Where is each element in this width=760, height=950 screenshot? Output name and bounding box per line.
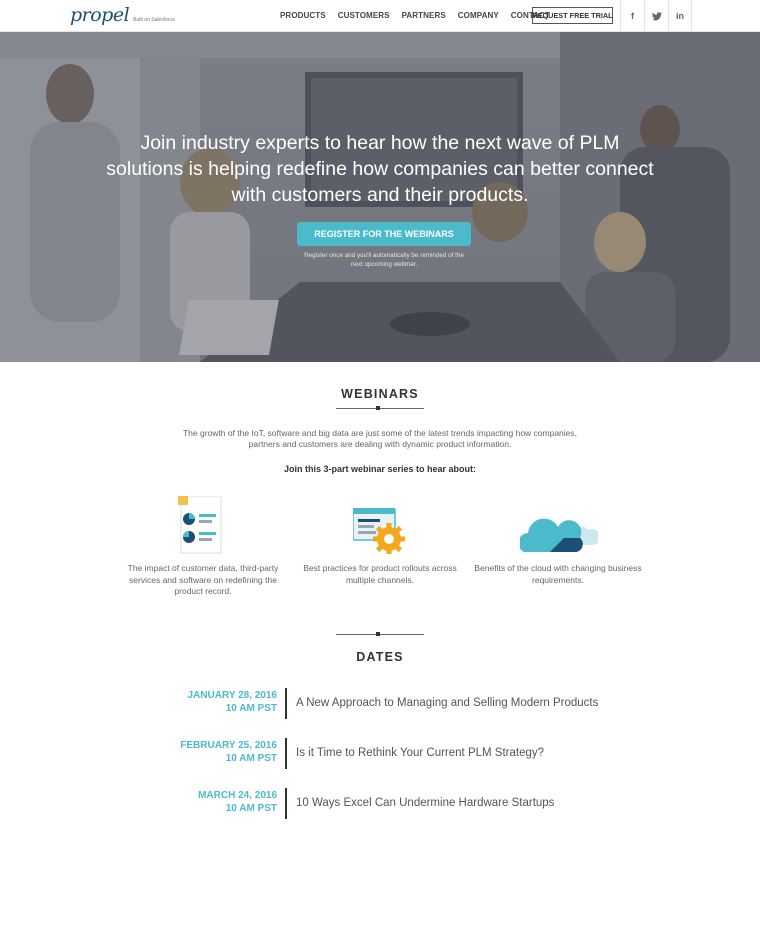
date-row: MARCH 24, 2016 10 AM PST 10 Ways Excel C… — [0, 788, 760, 822]
linkedin-icon[interactable]: in — [668, 0, 692, 32]
feature-cloud-benefits: Benefits of the cloud with changing busi… — [473, 563, 643, 586]
dates-title: DATES — [356, 650, 404, 664]
document-chart-icon — [178, 496, 222, 554]
twitter-icon[interactable] — [644, 0, 668, 32]
nav-links: PRODUCTS CUSTOMERS PARTNERS COMPANY CONT… — [280, 11, 562, 20]
feature-customer-data: The impact of customer data, third-party… — [118, 563, 288, 598]
nav-link-customers[interactable]: CUSTOMERS — [338, 11, 390, 20]
event-time: 10 AM PST — [225, 802, 277, 814]
nav-link-products[interactable]: PRODUCTS — [280, 11, 326, 20]
event-date: FEBRUARY 25, 2016 — [180, 740, 277, 751]
cloud-icon — [520, 518, 598, 552]
date-divider — [285, 688, 287, 719]
date-when: JANUARY 28, 2016 10 AM PST — [188, 690, 278, 715]
event-topic[interactable]: 10 Ways Excel Can Undermine Hardware Sta… — [296, 797, 554, 809]
event-date: JANUARY 28, 2016 — [187, 690, 278, 701]
webinars-intro: The growth of the IoT, software and big … — [182, 428, 578, 449]
webinars-title: WEBINARS — [341, 387, 419, 401]
browser-gear-icon — [353, 508, 405, 554]
logo-tagline: Built on Salesforce — [133, 17, 175, 23]
event-date: MARCH 24, 2016 — [198, 790, 277, 801]
propel-logo[interactable]: propel Built on Salesforce — [70, 4, 175, 28]
feature-text: The impact of customer data, third-party… — [127, 563, 279, 596]
nav-link-company[interactable]: COMPANY — [458, 11, 499, 20]
request-free-trial-button[interactable]: REQUEST FREE TRIAL — [532, 7, 613, 24]
hero-title: Join industry experts to hear how the ne… — [106, 132, 654, 206]
top-navigation: propel Built on Salesforce PRODUCTS CUST… — [0, 0, 760, 32]
event-time: 10 AM PST — [225, 752, 277, 764]
hero-banner: Join industry experts to hear how the ne… — [0, 32, 760, 362]
facebook-icon[interactable]: f — [620, 0, 644, 32]
register-webinars-button[interactable]: REGISTER FOR THE WEBINARS — [297, 222, 471, 246]
date-divider — [285, 788, 287, 819]
date-row: JANUARY 28, 2016 10 AM PST A New Approac… — [0, 688, 760, 722]
date-divider — [285, 738, 287, 769]
feature-product-rollouts: Best practices for product rollouts acro… — [295, 563, 465, 586]
date-row: FEBRUARY 25, 2016 10 AM PST Is it Time t… — [0, 738, 760, 772]
event-topic[interactable]: Is it Time to Rethink Your Current PLM S… — [296, 747, 544, 759]
feature-text: Benefits of the cloud with changing busi… — [474, 563, 642, 585]
feature-text: Best practices for product rollouts acro… — [303, 563, 457, 585]
date-when: MARCH 24, 2016 10 AM PST — [198, 790, 277, 815]
date-when: FEBRUARY 25, 2016 10 AM PST — [180, 740, 277, 765]
event-topic[interactable]: A New Approach to Managing and Selling M… — [296, 697, 598, 709]
event-time: 10 AM PST — [225, 702, 277, 714]
logo-wordmark: propel — [70, 4, 130, 26]
section-divider — [336, 632, 424, 636]
section-divider — [336, 406, 424, 410]
hero-subtext: Register once and you'll automatically b… — [304, 252, 464, 268]
webinars-join-text: Join this 3-part webinar series to hear … — [283, 464, 477, 474]
nav-link-partners[interactable]: PARTNERS — [402, 11, 446, 20]
